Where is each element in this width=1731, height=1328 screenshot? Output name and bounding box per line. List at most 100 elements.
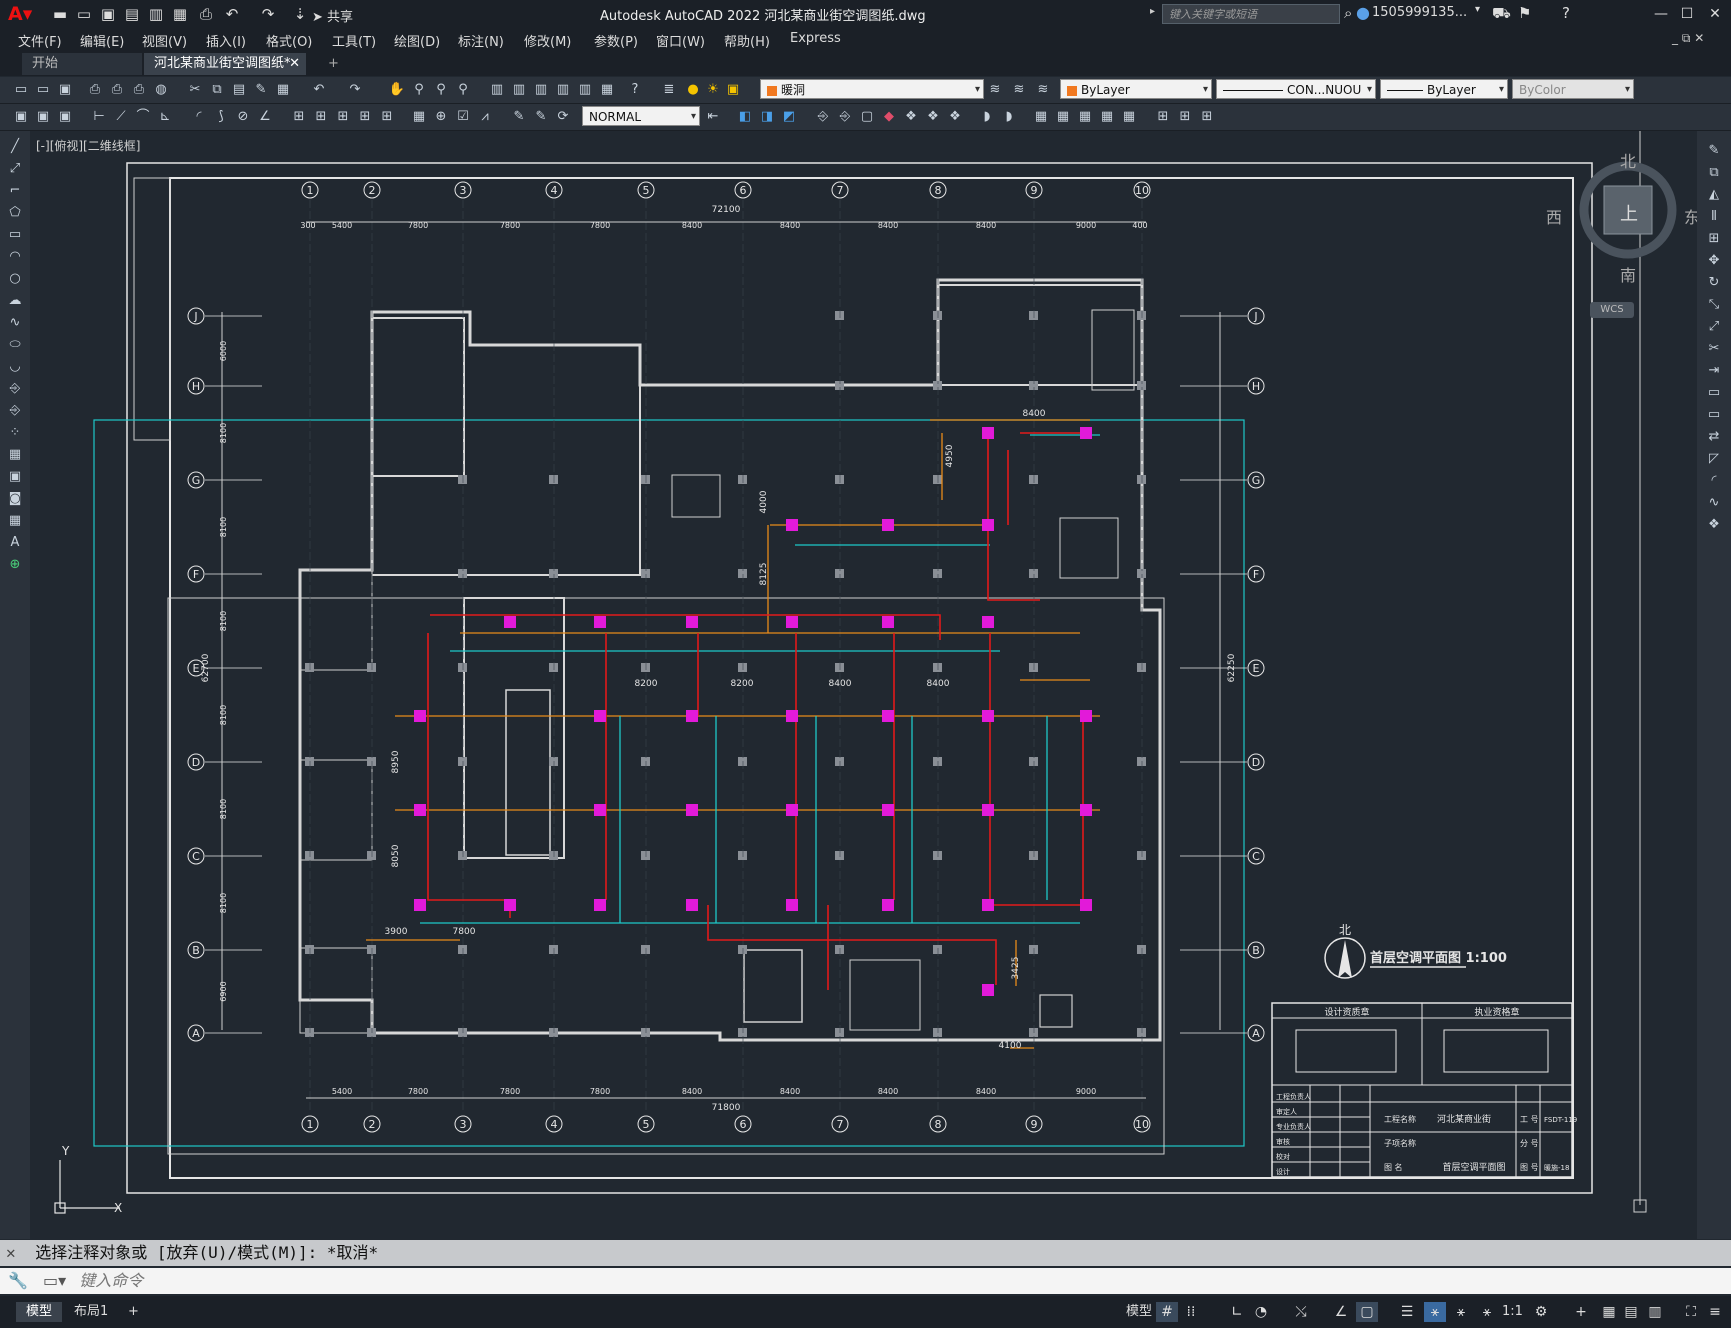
autodesk-app-icon[interactable]: ⚑	[1518, 4, 1531, 22]
break-point-icon[interactable]: ▭	[1704, 383, 1724, 403]
layer-state-icon[interactable]: ≋	[1034, 81, 1052, 99]
jogged-linear-icon[interactable]: ⩘	[476, 108, 494, 126]
zoom-realtime-icon[interactable]: ⚲	[410, 81, 428, 99]
save-icon[interactable]: ▣	[98, 4, 118, 24]
dim-space-icon[interactable]: ⊞	[356, 108, 374, 126]
close-cmd-icon[interactable]: ✕	[6, 1243, 16, 1262]
quick-dimension-icon[interactable]: ⊞	[290, 108, 308, 126]
lineweight-icon[interactable]: ☰	[1396, 1302, 1418, 1322]
make-current-icon[interactable]: ≋	[986, 81, 1004, 99]
new-file-icon[interactable]: ▭	[12, 81, 30, 99]
menu-parametric[interactable]: 参数(P)	[594, 31, 638, 50]
baseline-icon[interactable]: ⊞	[312, 108, 330, 126]
table-icon[interactable]: ▦	[1032, 108, 1050, 126]
share-button[interactable]: ➤ 共享	[312, 6, 353, 25]
zoom-previous-icon[interactable]: ⚲	[454, 81, 472, 99]
inspection-icon[interactable]: ☑	[454, 108, 472, 126]
tab-layout1[interactable]: 布局1	[64, 1302, 118, 1322]
paste-icon[interactable]: ▤	[230, 81, 248, 99]
ortho-icon[interactable]: ∟	[1226, 1302, 1248, 1322]
linetype-dropdown[interactable]: CON...NUOU ▾	[1216, 79, 1376, 99]
scale-icon[interactable]: ⤡	[1704, 295, 1724, 315]
open-file-icon[interactable]: ▭	[34, 81, 52, 99]
mtext-icon[interactable]: A	[5, 533, 25, 553]
revision-cloud-icon[interactable]: ☁	[5, 291, 25, 311]
sheet-set-icon[interactable]: ▥	[554, 81, 572, 99]
customize-status-icon[interactable]: ≡	[1704, 1302, 1726, 1322]
viewport-controls[interactable]: [-][俯视][二维线框]	[36, 137, 140, 154]
offset-icon[interactable]: ⫴	[1704, 207, 1724, 227]
command-input[interactable]: 键入命令	[79, 1271, 143, 1290]
erase-icon[interactable]: ✎	[1704, 141, 1724, 161]
save-as-icon[interactable]: ▤	[122, 4, 142, 24]
publish-icon[interactable]: ⎙	[130, 81, 148, 99]
gradient-icon[interactable]: ▣	[5, 467, 25, 487]
linear-dim-icon[interactable]: ⊢	[90, 108, 108, 126]
polygon-icon[interactable]: ⬠	[5, 203, 25, 223]
block-editor-icon[interactable]: ▦	[274, 81, 292, 99]
viewcube-north[interactable]: 北	[1620, 148, 1636, 172]
viewcube[interactable]: 北 南 西 东 上 WCS	[1546, 148, 1700, 318]
dim-break-icon[interactable]: ⊞	[378, 108, 396, 126]
viewcube-south[interactable]: 南	[1620, 262, 1636, 286]
lock-ui-icon[interactable]: ▥	[1644, 1302, 1666, 1322]
menu-draw[interactable]: 绘图(D)	[394, 31, 440, 50]
properties-icon[interactable]: ▥	[488, 81, 506, 99]
ellipse-icon[interactable]: ⬭	[5, 335, 25, 355]
tool-palettes-icon[interactable]: ▥	[532, 81, 550, 99]
menu-modify[interactable]: 修改(M)	[524, 31, 571, 50]
minimize-icon[interactable]: —	[1648, 3, 1674, 25]
move-icon[interactable]: ✥	[1704, 251, 1724, 271]
plotstyle-dropdown[interactable]: ByColor ▾	[1512, 79, 1634, 99]
grid-icon[interactable]: #	[1156, 1302, 1178, 1322]
field-icon[interactable]: ◆	[880, 108, 898, 126]
make-block-icon[interactable]: ⎆	[5, 401, 25, 421]
object-snap-icon[interactable]: ▢	[1356, 1302, 1378, 1322]
move-back-icon[interactable]: ◨	[758, 108, 776, 126]
user-account[interactable]: 1505999135...	[1372, 5, 1467, 20]
layer-previous-icon[interactable]: ≋	[1010, 81, 1028, 99]
tab-close-icon[interactable]: ✕	[289, 53, 300, 75]
explode-icon[interactable]: ▦	[1054, 108, 1072, 126]
menu-edit[interactable]: 编辑(E)	[80, 31, 124, 50]
menu-tools[interactable]: 工具(T)	[332, 31, 376, 50]
customize-qat-icon[interactable]: ⇣	[290, 4, 310, 24]
arc-icon[interactable]: ◠	[5, 247, 25, 267]
stretch-icon[interactable]: ⤢	[1704, 317, 1724, 337]
toolbar-redo-icon[interactable]: ↷	[346, 81, 364, 99]
add-layout-icon[interactable]: +	[118, 1302, 149, 1322]
doc-minimize-icon[interactable]: _ ⧉ ✕	[1672, 31, 1704, 46]
user-icon[interactable]: ●	[1356, 3, 1370, 22]
point-icon[interactable]: ⁘	[5, 423, 25, 443]
plot-icon[interactable]: ⎙	[196, 4, 216, 24]
search-icon[interactable]: ⌕	[1344, 4, 1352, 22]
chamfer-icon[interactable]: ◸	[1704, 449, 1724, 469]
line-icon[interactable]: ╱	[5, 137, 25, 157]
annotation-monitor-icon[interactable]: +	[1570, 1302, 1592, 1322]
explode-tool-icon[interactable]: ❖	[1704, 515, 1724, 535]
new-tab-icon[interactable]: +	[318, 53, 349, 75]
circle-icon[interactable]: ○	[5, 269, 25, 289]
new-icon[interactable]: ▬	[50, 4, 70, 24]
close-icon[interactable]: ✕	[1702, 3, 1728, 25]
array-icon[interactable]: ⊞	[1704, 229, 1724, 249]
polyline-icon[interactable]: ⌐	[5, 181, 25, 201]
layer-dropdown[interactable]: 暖洞 ▾	[760, 79, 984, 99]
search-input[interactable]: 键入关键字或短语	[1162, 4, 1340, 24]
textstyle-dropdown[interactable]: NORMAL ▾	[582, 106, 700, 126]
wcs-menu[interactable]: WCS	[1590, 302, 1634, 318]
group-icon[interactable]: ❖	[902, 108, 920, 126]
save-web-icon[interactable]: ▦	[170, 4, 190, 24]
match-icon[interactable]: ◗	[978, 108, 996, 126]
construction-line-icon[interactable]: ⤢	[5, 159, 25, 179]
pan-icon[interactable]: ✋	[388, 81, 406, 99]
cut-icon[interactable]: ✂	[186, 81, 204, 99]
quick-select-icon[interactable]: ⊞	[1198, 108, 1216, 126]
move-front-icon[interactable]: ◧	[736, 108, 754, 126]
design-center-icon[interactable]: ▥	[510, 81, 528, 99]
open-icon[interactable]: ▭	[74, 4, 94, 24]
viewcube-top-face[interactable]: 上	[1620, 200, 1638, 226]
workspace-gear-icon[interactable]: ⚙	[1530, 1302, 1552, 1322]
ordinate-icon[interactable]: ⊾	[156, 108, 174, 126]
rectangle-icon[interactable]: ▭	[5, 225, 25, 245]
